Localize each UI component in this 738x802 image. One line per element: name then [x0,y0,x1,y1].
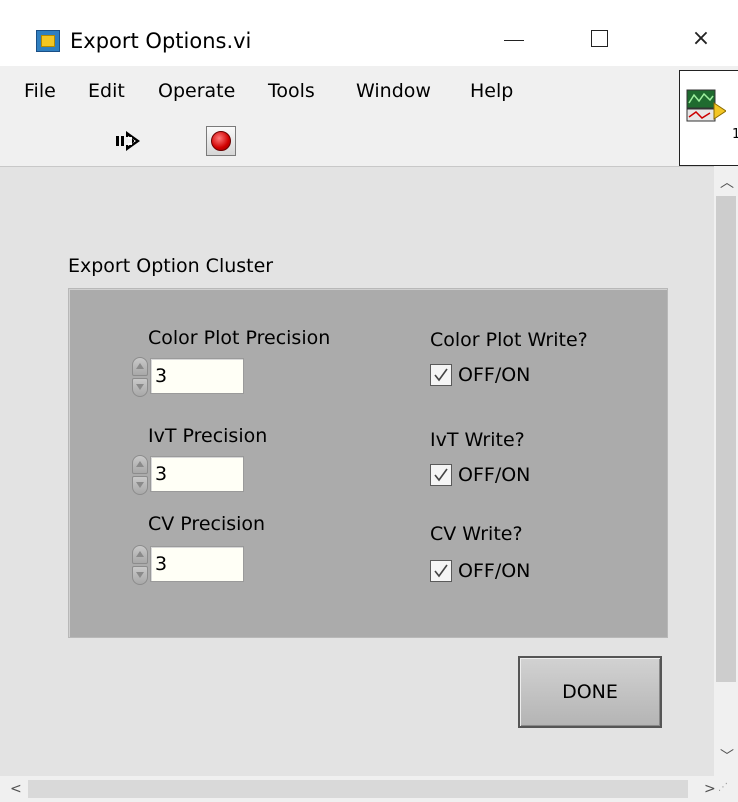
minimize-icon [504,40,524,41]
menu-window[interactable]: Window [356,79,431,103]
color-plot-write-label: Color Plot Write? [430,329,588,351]
color-plot-precision-label: Color Plot Precision [148,327,331,349]
color-plot-precision-input[interactable]: 3 [150,358,244,394]
toolbar [0,114,680,166]
checkmark-icon [434,468,448,482]
increment-decrement-arrows [130,454,150,496]
increment-decrement-arrows [130,356,150,398]
increment-arrow-icon[interactable] [132,455,148,474]
minimize-button[interactable] [492,18,538,60]
cv-precision-control: 3 [130,544,260,586]
menu-file[interactable]: File [24,79,56,103]
ivt-precision-input[interactable]: 3 [150,456,244,492]
vi-connector-icon[interactable]: 1 [679,70,738,166]
scroll-right-icon[interactable]: > [704,782,716,796]
vertical-scroll-thumb[interactable] [716,196,736,682]
run-button[interactable] [114,128,144,154]
cv-precision-input[interactable]: 3 [150,546,244,582]
checkbox-text: OFF/ON [458,560,531,582]
menu-tools[interactable]: Tools [268,79,315,103]
cv-write-label: CV Write? [430,523,523,545]
menu-bar: File Edit Operate Tools Window Help [0,66,680,114]
horizontal-scrollbar[interactable]: < > ⋰ [0,776,738,802]
window-title: Export Options.vi [70,29,252,53]
ivt-precision-label: IvT Precision [148,425,268,447]
close-button[interactable]: × [678,18,724,60]
cluster-label: Export Option Cluster [68,255,274,277]
labview-app-icon [36,30,60,52]
checkbox-box[interactable] [430,364,452,386]
checkbox-box[interactable] [430,560,452,582]
title-bar[interactable]: Export Options.vi × [0,0,738,66]
vi-window: Export Options.vi × File Edit Operate To… [0,0,738,802]
vertical-scrollbar[interactable]: ︿ ﹀ [714,166,738,776]
checkmark-icon [434,564,448,578]
scroll-left-icon[interactable]: < [10,782,22,796]
menu-help[interactable]: Help [470,79,513,103]
increment-arrow-icon[interactable] [132,357,148,376]
maximize-button[interactable] [578,18,624,60]
maximize-icon [591,30,608,47]
abort-stop-icon [211,131,231,151]
cv-precision-label: CV Precision [148,513,266,535]
horizontal-scroll-thumb[interactable] [28,780,688,798]
vi-graph-icon [686,89,726,122]
increment-arrow-icon[interactable] [132,545,148,564]
menu-operate[interactable]: Operate [158,79,235,103]
run-arrow-icon [116,131,140,151]
checkbox-text: OFF/ON [458,364,531,386]
decrement-arrow-icon[interactable] [132,566,148,585]
scroll-up-icon[interactable]: ︿ [720,176,734,190]
ivt-precision-control: 3 [130,454,260,496]
done-button[interactable]: DONE [518,656,662,728]
scroll-down-icon[interactable]: ﹀ [720,750,734,764]
resize-grip-icon[interactable]: ⋰ [718,782,734,798]
abort-button[interactable] [206,126,236,156]
increment-decrement-arrows [130,544,150,586]
menu-edit[interactable]: Edit [88,79,125,103]
color-plot-precision-control: 3 [130,356,260,398]
checkbox-box[interactable] [430,464,452,486]
decrement-arrow-icon[interactable] [132,378,148,397]
checkbox-text: OFF/ON [458,464,531,486]
vi-icon-number: 1 [732,127,738,142]
ivt-write-label: IvT Write? [430,429,525,451]
decrement-arrow-icon[interactable] [132,476,148,495]
checkmark-icon [434,368,448,382]
close-icon: × [691,26,711,51]
